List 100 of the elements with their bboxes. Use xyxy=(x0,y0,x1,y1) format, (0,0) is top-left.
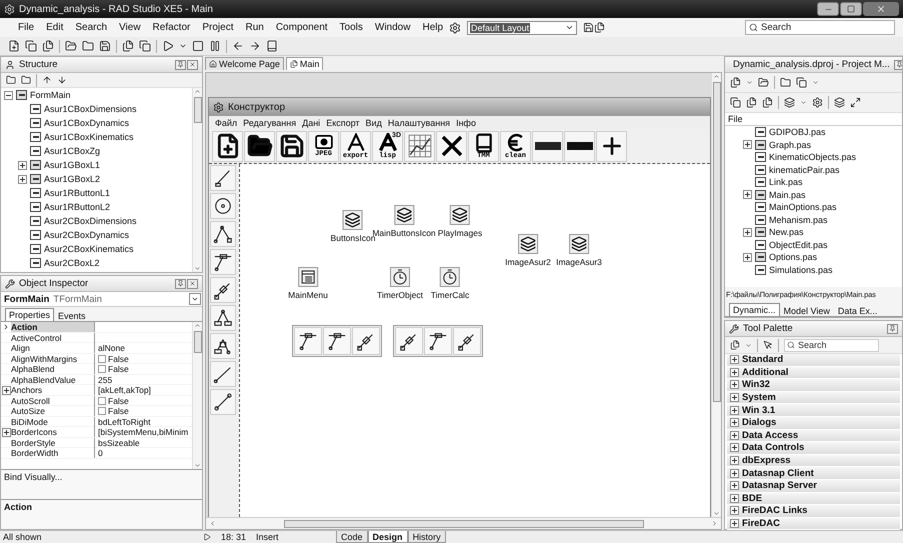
pin-button[interactable] xyxy=(894,60,902,70)
maximize-icon[interactable] xyxy=(847,5,855,13)
open-icon[interactable] xyxy=(65,40,77,52)
project-file[interactable]: GDIPOBJ.pas xyxy=(769,127,826,138)
expand-toggle[interactable] xyxy=(743,190,752,200)
component-icon[interactable] xyxy=(569,234,589,254)
caret-icon[interactable] xyxy=(812,79,819,86)
expand-toggle[interactable] xyxy=(730,393,739,402)
form-menu-item[interactable]: Дані xyxy=(299,118,324,128)
pointer-icon[interactable] xyxy=(763,340,773,350)
palette-category[interactable]: Win32 xyxy=(727,379,900,392)
property-name[interactable]: Action xyxy=(11,322,95,332)
property-name[interactable]: AutoScroll xyxy=(11,396,95,406)
property-name[interactable]: BorderStyle xyxy=(11,438,95,448)
expand-toggle[interactable] xyxy=(4,90,13,100)
open-icon[interactable] xyxy=(758,77,769,88)
component-icon[interactable] xyxy=(394,205,414,225)
project-file[interactable]: New.pas xyxy=(769,227,804,238)
menu-item[interactable]: File xyxy=(12,22,40,33)
speed-button[interactable] xyxy=(453,327,481,355)
checkbox[interactable] xyxy=(98,407,106,415)
expand-toggle[interactable] xyxy=(730,368,739,377)
project-file[interactable]: MainOptions.pas xyxy=(769,202,837,212)
expand-toggle[interactable] xyxy=(2,386,10,394)
project-file[interactable]: Link.pas xyxy=(769,177,803,188)
expand-toggle[interactable] xyxy=(730,355,739,364)
form-toolbar-button[interactable] xyxy=(436,130,467,162)
menu-item[interactable]: Window xyxy=(368,22,416,33)
caret-icon[interactable] xyxy=(745,342,752,348)
expand-toggle[interactable] xyxy=(730,468,739,478)
tool-button[interactable] xyxy=(210,333,236,359)
form-menu-item[interactable]: Експорт xyxy=(323,118,363,128)
project-file[interactable]: kinematicPair.pas xyxy=(769,164,840,175)
tree-item[interactable]: Asur2CBoxKinematics xyxy=(44,244,134,254)
expand-toggle[interactable] xyxy=(730,406,739,415)
expand-toggle[interactable] xyxy=(18,160,27,170)
property-name[interactable]: AutoSize xyxy=(11,406,95,416)
scrollbar-thumb[interactable] xyxy=(284,520,644,528)
form-menu-item[interactable]: Налаштування xyxy=(384,118,454,128)
document-tab[interactable]: Welcome Page xyxy=(205,57,284,70)
tree-item[interactable]: Asur1GBoxL2 xyxy=(44,174,100,184)
expand-toggle[interactable] xyxy=(2,428,10,436)
expand-toggle[interactable] xyxy=(730,481,739,490)
palette-category[interactable]: Data Access xyxy=(727,430,900,442)
palette-category[interactable]: Datasnap Client xyxy=(727,467,900,480)
property-value[interactable]: [biSystemMenu,biMinim xyxy=(95,427,192,437)
form-toolbar-button[interactable] xyxy=(276,130,307,162)
up-arrow-icon[interactable] xyxy=(42,75,52,85)
speed-button[interactable] xyxy=(424,327,452,355)
view-tab[interactable]: Design xyxy=(368,531,408,543)
gear-icon[interactable] xyxy=(449,22,462,34)
form-toolbar-button[interactable] xyxy=(564,130,595,162)
palette-category[interactable]: FireDAC xyxy=(727,518,900,530)
component-icon[interactable] xyxy=(440,267,460,287)
expand-toggle[interactable] xyxy=(18,174,27,184)
project-file[interactable]: Graph.pas xyxy=(769,140,812,150)
scrollbar-thumb[interactable] xyxy=(712,82,720,402)
tool-button[interactable] xyxy=(210,193,236,219)
palette-category[interactable]: FireDAC Links xyxy=(727,505,900,518)
property-name[interactable]: BorderWidth xyxy=(11,448,95,458)
menu-item[interactable]: Help xyxy=(416,22,450,33)
component-icon[interactable] xyxy=(390,267,410,287)
property-name[interactable]: Anchors xyxy=(11,385,95,395)
pause-icon[interactable] xyxy=(209,40,221,52)
form-toolbar-button[interactable] xyxy=(244,130,275,162)
inspector-tab[interactable]: Events xyxy=(54,309,90,321)
scroll-down-icon[interactable] xyxy=(713,510,720,517)
form-toolbar-button[interactable] xyxy=(532,130,563,162)
tool-button[interactable] xyxy=(210,361,236,387)
palette-search-field[interactable]: Search xyxy=(784,338,879,352)
files-icon[interactable] xyxy=(42,40,54,52)
run-icon[interactable] xyxy=(162,40,174,52)
menu-item[interactable]: Project xyxy=(196,22,240,33)
folder-icon[interactable] xyxy=(6,75,16,85)
property-value[interactable]: 255 xyxy=(95,374,192,384)
palette-category[interactable]: System xyxy=(727,392,900,404)
form-menu-item[interactable]: Файл xyxy=(212,118,240,128)
tool-button[interactable] xyxy=(210,249,236,275)
panel-tab[interactable]: Dynamic... xyxy=(729,303,780,316)
save-icon[interactable] xyxy=(99,40,111,52)
form-toolbar-button[interactable] xyxy=(404,130,435,162)
component-icon[interactable] xyxy=(298,267,318,287)
layout-dropdown[interactable]: Default Layout xyxy=(467,20,578,34)
menu-item[interactable]: Search xyxy=(69,22,114,33)
palette-category[interactable]: Data Controls xyxy=(727,442,900,455)
palette-category[interactable]: Win 3.1 xyxy=(727,404,900,417)
expand-toggle[interactable] xyxy=(743,228,752,237)
menu-item[interactable]: View xyxy=(113,22,147,33)
back-icon[interactable] xyxy=(232,40,244,52)
copy-icon[interactable] xyxy=(25,40,37,52)
form-menu-item[interactable]: Інфо xyxy=(453,118,479,128)
scrollbar[interactable] xyxy=(192,322,202,469)
horizontal-scrollbar[interactable] xyxy=(206,517,721,529)
property-value[interactable]: False xyxy=(95,354,192,364)
expand-toggle[interactable] xyxy=(730,443,739,452)
speed-button[interactable] xyxy=(323,327,351,355)
scrollbar-thumb[interactable] xyxy=(194,97,202,123)
palette-category[interactable]: Additional xyxy=(727,366,900,380)
property-value[interactable]: False xyxy=(95,364,192,374)
property-value[interactable]: alNone xyxy=(95,343,192,353)
